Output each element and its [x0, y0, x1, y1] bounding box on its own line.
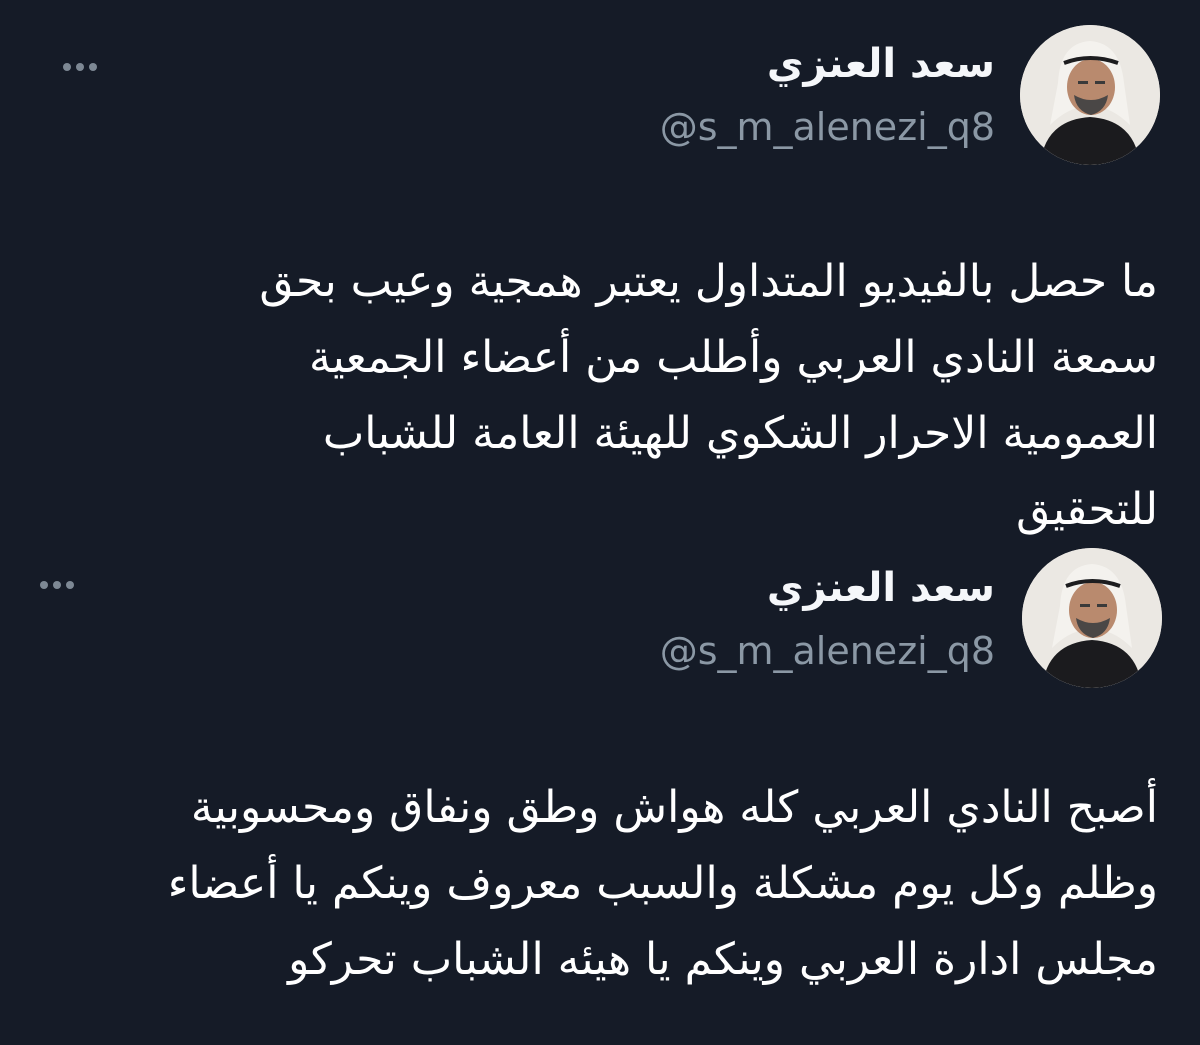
- avatar[interactable]: [1022, 548, 1162, 688]
- author-display-name[interactable]: سعد العنزي: [767, 40, 995, 88]
- tweet-text-line: للتحقيق: [1016, 484, 1158, 535]
- tweet[interactable]: سعد العنزي @s_m_alenezi_q8 أصبح النادي ا…: [0, 540, 1200, 1045]
- avatar[interactable]: [1020, 25, 1160, 165]
- tweet-text-line: مجلس ادارة العربي وينكم يا هيئه الشباب ت…: [288, 934, 1158, 985]
- tweet-text-line: ما حصل بالفيديو المتداول يعتبر همجية وعي…: [259, 256, 1158, 307]
- tweet-text: أصبح النادي العربي كله هواش وطق ونفاق وم…: [58, 770, 1158, 998]
- author-display-name[interactable]: سعد العنزي: [767, 564, 995, 612]
- tweet-text-line: سمعة النادي العربي وأطلب من أعضاء الجمعي…: [308, 332, 1158, 383]
- author-handle[interactable]: @s_m_alenezi_q8: [660, 628, 995, 674]
- tweet[interactable]: سعد العنزي @s_m_alenezi_q8 ما حصل بالفيد…: [0, 0, 1200, 540]
- tweet-text-line: وظلم وكل يوم مشكلة والسبب معروف وينكم يا…: [167, 858, 1158, 909]
- tweet-text: ما حصل بالفيديو المتداول يعتبر همجية وعي…: [118, 244, 1158, 548]
- ellipsis-icon: [40, 581, 48, 589]
- profile-photo: [1020, 25, 1160, 165]
- author-handle[interactable]: @s_m_alenezi_q8: [660, 104, 995, 150]
- more-options-button[interactable]: [50, 52, 110, 82]
- profile-photo: [1022, 548, 1162, 688]
- ellipsis-icon: [63, 63, 71, 71]
- more-options-button[interactable]: [27, 570, 87, 600]
- tweet-text-line: العمومية الاحرار الشكوي للهيئة العامة لل…: [322, 408, 1158, 459]
- tweet-text-line: أصبح النادي العربي كله هواش وطق ونفاق وم…: [190, 782, 1158, 833]
